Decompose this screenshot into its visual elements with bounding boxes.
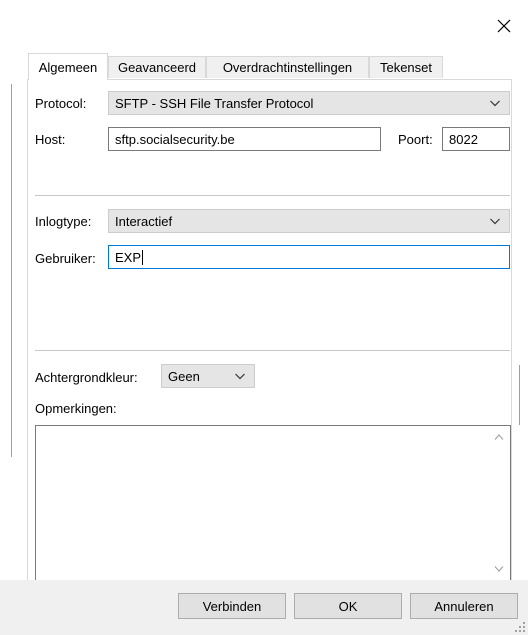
host-label: Host: <box>35 132 66 147</box>
text-caret <box>142 249 144 265</box>
comments-textarea[interactable] <box>35 425 511 581</box>
tab-algemeen[interactable]: Algemeen <box>28 53 108 80</box>
section-separator <box>35 195 510 196</box>
protocol-label: Protocol: <box>35 96 87 111</box>
logontype-select[interactable]: Interactief <box>108 209 510 233</box>
close-button[interactable] <box>484 8 524 44</box>
tab-overdrachtinstellingen[interactable]: Overdrachtinstellingen <box>206 56 369 78</box>
scroll-up-icon[interactable] <box>494 433 504 441</box>
bgcolor-label: Achtergrondkleur: <box>35 370 138 385</box>
host-field[interactable]: sftp.socialsecurity.be <box>108 127 381 151</box>
host-field-value: sftp.socialsecurity.be <box>115 131 235 147</box>
chevron-down-icon <box>490 100 500 107</box>
ok-button[interactable]: OK <box>294 593 402 619</box>
connect-button[interactable]: Verbinden <box>178 593 286 619</box>
chevron-down-icon <box>235 373 245 380</box>
scroll-down-icon[interactable] <box>494 565 504 573</box>
section-separator-2 <box>35 350 510 351</box>
background-window-edge-right <box>519 365 520 425</box>
port-field[interactable]: 8022 <box>442 127 510 151</box>
logontype-select-value: Interactief <box>115 213 173 229</box>
background-window-edge <box>11 84 12 457</box>
bgcolor-select-value: Geen <box>168 368 200 384</box>
cancel-button[interactable]: Annuleren <box>410 593 518 619</box>
user-field[interactable]: EXP <box>108 245 510 269</box>
user-label: Gebruiker: <box>35 251 96 266</box>
close-icon <box>497 19 511 33</box>
logontype-label: Inlogtype: <box>35 214 92 229</box>
protocol-select-value: SFTP - SSH File Transfer Protocol <box>115 95 314 111</box>
tab-geavanceerd[interactable]: Geavanceerd <box>108 56 206 78</box>
port-field-value: 8022 <box>449 131 478 147</box>
user-field-value: EXP <box>115 249 142 265</box>
resize-grip-icon[interactable] <box>514 621 526 633</box>
tab-tekenset[interactable]: Tekenset <box>369 56 443 78</box>
protocol-select[interactable]: SFTP - SSH File Transfer Protocol <box>108 91 510 115</box>
port-label: Poort: <box>398 132 433 147</box>
comments-label: Opmerkingen: <box>35 401 117 416</box>
bgcolor-select[interactable]: Geen <box>161 364 255 388</box>
chevron-down-icon <box>490 218 500 225</box>
